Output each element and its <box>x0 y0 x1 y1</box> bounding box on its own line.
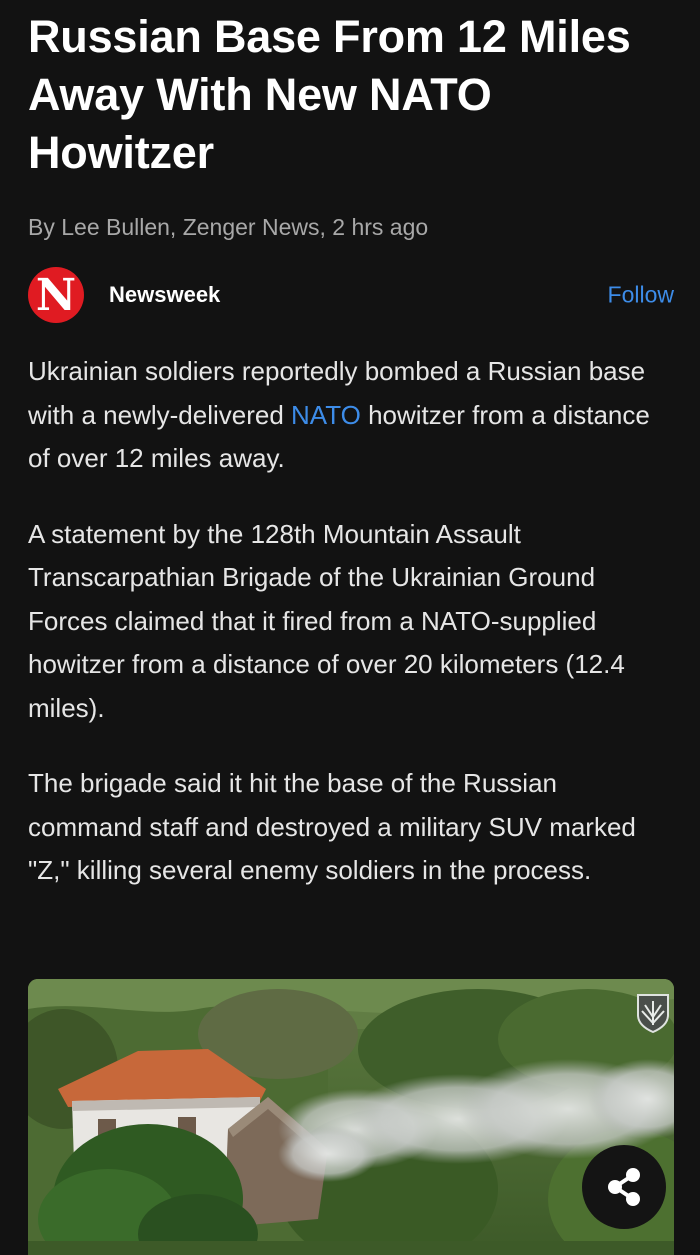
publisher-logo[interactable]: N <box>28 267 84 323</box>
article-headline: Russian Base From 12 Miles Away With New… <box>28 11 631 178</box>
publisher-name[interactable]: Newsweek <box>109 282 220 308</box>
paragraph-1: Ukrainian soldiers reportedly bombed a R… <box>28 350 674 481</box>
publisher-row: N Newsweek Follow <box>28 266 674 324</box>
paragraph-2: A statement by the 128th Mountain Assaul… <box>28 518 625 723</box>
article-photo[interactable] <box>28 979 674 1255</box>
follow-button[interactable]: Follow <box>608 282 674 309</box>
article-body: Ukrainian soldiers reportedly bombed a R… <box>28 350 674 893</box>
photo-scene <box>28 979 674 1255</box>
article-byline: By Lee Bullen, Zenger News, 2 hrs ago <box>28 214 429 240</box>
paragraph-3: The brigade said it hit the base of the … <box>28 768 636 885</box>
share-icon <box>608 1168 640 1206</box>
article: Russian Base From 12 Miles Away With New… <box>28 0 674 925</box>
share-button[interactable] <box>582 1145 666 1229</box>
nato-link[interactable]: NATO <box>291 400 361 430</box>
brigade-emblem-icon <box>636 993 670 1033</box>
publisher-logo-letter: N <box>35 270 77 321</box>
